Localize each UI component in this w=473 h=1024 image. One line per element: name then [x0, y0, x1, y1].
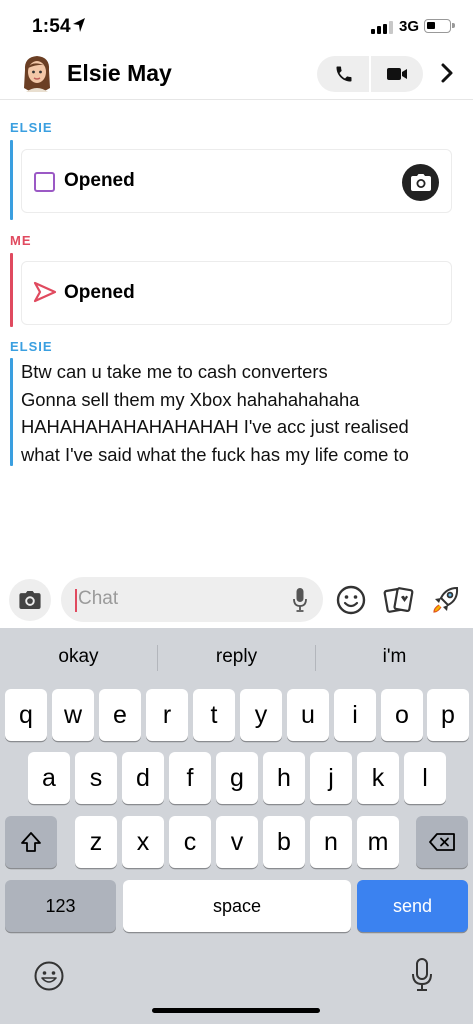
key-o[interactable]: o	[381, 689, 423, 741]
key-i[interactable]: i	[334, 689, 376, 741]
location-arrow-icon	[73, 18, 85, 32]
key-z[interactable]: z	[75, 816, 117, 868]
key-p[interactable]: p	[427, 689, 469, 741]
message-bar-me	[10, 253, 13, 327]
numbers-key[interactable]: 123	[5, 880, 116, 932]
snap-status-label: Opened	[64, 170, 135, 191]
voice-call-button[interactable]	[317, 56, 370, 92]
key-s[interactable]: s	[75, 752, 117, 804]
key-j[interactable]: j	[310, 752, 352, 804]
key-b[interactable]: b	[263, 816, 305, 868]
shift-icon	[21, 832, 41, 852]
key-m[interactable]: m	[357, 816, 399, 868]
backspace-icon	[429, 833, 455, 851]
key-h[interactable]: h	[263, 752, 305, 804]
dictation-microphone-icon[interactable]	[411, 958, 433, 992]
phone-icon	[336, 66, 351, 82]
key-r[interactable]: r	[146, 689, 188, 741]
text-message: Btw can u take me to cash converters Gon…	[21, 358, 461, 468]
key-q[interactable]: q	[5, 689, 47, 741]
video-camera-icon	[386, 68, 407, 80]
key-w[interactable]: w	[52, 689, 94, 741]
message-bar-elsie	[10, 358, 13, 466]
message-line: what I've said what the fuck has my life…	[21, 443, 409, 465]
chat-input[interactable]	[78, 585, 278, 613]
call-buttons	[317, 56, 423, 92]
suggestion-okay[interactable]: okay	[0, 628, 157, 686]
cards-icon[interactable]	[383, 584, 415, 616]
suggestion-bar: okay reply i'm	[0, 628, 473, 686]
key-k[interactable]: k	[357, 752, 399, 804]
chat-field[interactable]	[61, 577, 323, 622]
key-e[interactable]: e	[99, 689, 141, 741]
snap-message-sent[interactable]: Opened	[21, 261, 452, 325]
key-y[interactable]: y	[240, 689, 282, 741]
battery-icon	[424, 19, 455, 33]
key-u[interactable]: u	[287, 689, 329, 741]
message-line: HAHAHAHAHAHAHAHAH I've acc just realised	[21, 416, 409, 437]
network-type: 3G	[399, 18, 420, 35]
status-bar: 1:54 3G	[0, 0, 473, 52]
snap-message-received[interactable]: Opened	[21, 149, 452, 213]
snap-status-label: Opened	[64, 282, 135, 303]
space-key[interactable]: space	[123, 880, 351, 932]
suggestion-reply[interactable]: reply	[158, 628, 315, 686]
key-f[interactable]: f	[169, 752, 211, 804]
key-n[interactable]: n	[310, 816, 352, 868]
chat-input-bar	[0, 576, 473, 624]
chat-header: Elsie May	[0, 52, 473, 100]
key-a[interactable]: a	[28, 752, 70, 804]
status-time: 1:54	[32, 16, 71, 37]
opened-snap-square-icon	[34, 172, 55, 192]
key-v[interactable]: v	[216, 816, 258, 868]
reply-camera-button[interactable]	[402, 164, 439, 201]
cellular-signal-icon	[371, 21, 393, 34]
camera-icon	[410, 174, 431, 191]
key-t[interactable]: t	[193, 689, 235, 741]
smiley-face-icon[interactable]	[335, 584, 367, 616]
backspace-key[interactable]	[416, 816, 468, 868]
sender-label-me: ME	[10, 233, 32, 248]
message-bar-elsie	[10, 140, 13, 220]
rocket-icon[interactable]	[430, 584, 462, 616]
suggestion-im[interactable]: i'm	[316, 628, 473, 686]
key-c[interactable]: c	[169, 816, 211, 868]
camera-button[interactable]	[9, 579, 51, 621]
video-call-button[interactable]	[370, 56, 423, 92]
emoji-keyboard-icon[interactable]	[33, 960, 65, 992]
key-d[interactable]: d	[122, 752, 164, 804]
message-line: Btw can u take me to cash converters	[21, 361, 328, 382]
message-line: Gonna sell them my Xbox hahahahahaha	[21, 388, 360, 410]
contact-name[interactable]: Elsie May	[67, 60, 172, 87]
sender-label-elsie: ELSIE	[10, 339, 53, 354]
text-caret	[75, 589, 77, 612]
camera-icon	[19, 591, 41, 609]
key-g[interactable]: g	[216, 752, 258, 804]
sender-label-elsie: ELSIE	[10, 120, 53, 135]
key-l[interactable]: l	[404, 752, 446, 804]
key-x[interactable]: x	[122, 816, 164, 868]
send-key[interactable]: send	[357, 880, 468, 932]
microphone-icon[interactable]	[293, 588, 307, 612]
sent-arrow-icon	[33, 281, 57, 303]
avatar[interactable]	[20, 54, 54, 94]
home-indicator[interactable]	[152, 1008, 320, 1013]
chevron-right-icon[interactable]	[437, 62, 457, 84]
shift-key[interactable]	[5, 816, 57, 868]
